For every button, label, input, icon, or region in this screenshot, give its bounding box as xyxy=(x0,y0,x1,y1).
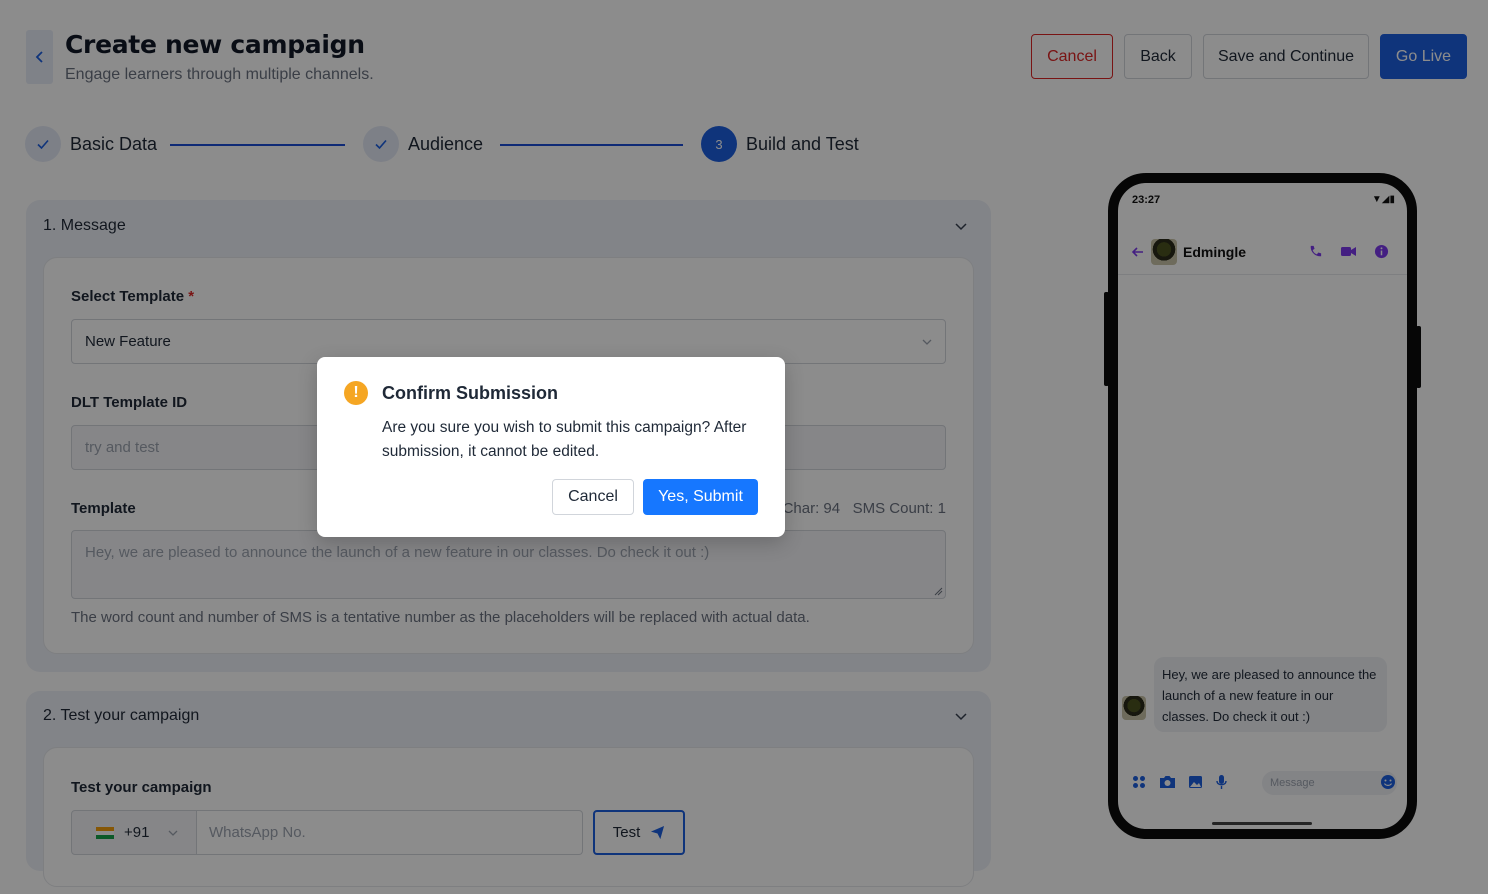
yes-submit-button[interactable]: Yes, Submit xyxy=(643,479,758,515)
confirm-submission-dialog: ! Confirm Submission Are you sure you wi… xyxy=(317,357,785,537)
dialog-title: Confirm Submission xyxy=(382,383,559,403)
dialog-cancel-button[interactable]: Cancel xyxy=(552,479,634,515)
warning-icon: ! xyxy=(344,381,368,405)
dialog-body: Are you sure you wish to submit this cam… xyxy=(382,419,747,460)
